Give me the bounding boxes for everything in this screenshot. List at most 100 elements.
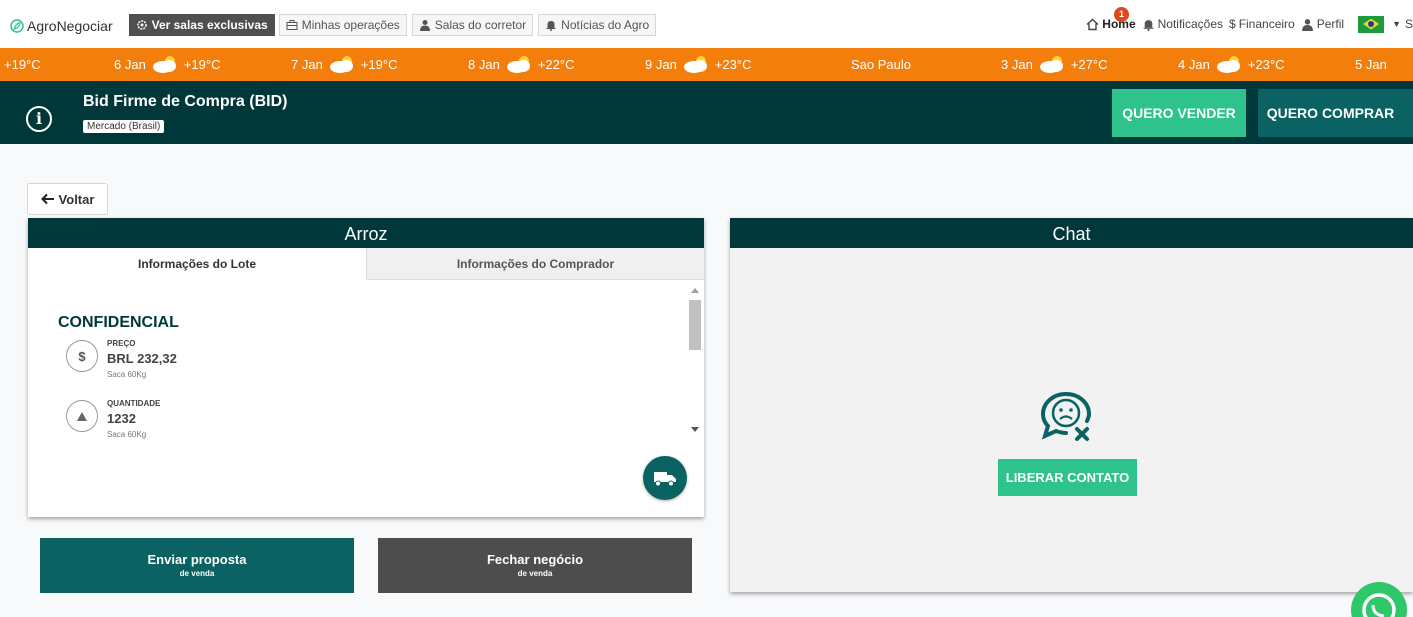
whatsapp-button[interactable] [1351, 582, 1407, 617]
brazil-flag-icon[interactable] [1358, 15, 1385, 33]
weather-date: 8 Jan [468, 57, 500, 72]
weather-item: +19°C [4, 48, 41, 81]
weather-item: 7 Jan +19°C [291, 48, 397, 81]
close-deal-button[interactable]: Fechar negócio de venda [378, 538, 692, 593]
confidential-label: CONFIDENCIAL [58, 314, 179, 331]
weather-item: 4 Jan +23°C [1178, 48, 1284, 81]
weather-temp: +22°C [537, 57, 575, 72]
weather-date: 5 Jan [1355, 57, 1387, 72]
quantity-unit: Saca 60Kg [107, 430, 147, 439]
chat-blocked-icon [1040, 392, 1092, 441]
product-title: Arroz [28, 218, 704, 248]
lot-card: Arroz Informações do Lote Informações do… [28, 218, 704, 517]
market-badge: Mercado (Brasil) [83, 120, 165, 133]
nav-broker-rooms-button[interactable]: Salas do corretor [411, 14, 534, 36]
close-deal-sub: de venda [517, 569, 553, 578]
back-button[interactable]: Voltar [27, 183, 108, 215]
user-icon [419, 20, 430, 31]
nav-news-label: Notícias do Agro [561, 18, 650, 32]
weather-item: 6 Jan +19°C [114, 48, 220, 81]
price-unit: Saca 60Kg [107, 370, 147, 379]
nav-broker-label: Salas do corretor [434, 18, 527, 32]
nav-home-link[interactable]: Home [1086, 17, 1136, 31]
weather-item: 5 Jan [1355, 48, 1387, 81]
scroll-up-arrow[interactable] [691, 288, 699, 293]
top-navbar: AgroNegociar Ver salas exclusivas Minhas… [0, 0, 1413, 48]
weather-date: 3 Jan [1001, 57, 1033, 72]
briefcase-icon [286, 20, 298, 30]
info-icon: i [26, 106, 52, 132]
weather-temp: +23°C [714, 57, 752, 72]
weather-city: Sao Paulo [851, 48, 911, 81]
scroll-down-arrow[interactable] [691, 427, 699, 432]
want-to-sell-button[interactable]: QUERO VENDER [1112, 89, 1246, 137]
nav-right-group: Home Notificações $ Financeiro Perfil ▼ … [1086, 0, 1413, 48]
quantity-value: 1232 [107, 411, 136, 426]
tab-lot-info[interactable]: Informações do Lote [28, 248, 366, 280]
page-header: i Bid Firme de Compra (BID) Mercado (Bra… [0, 81, 1413, 144]
weather-item: 3 Jan +27°C [1001, 48, 1107, 81]
mountain-icon [66, 400, 98, 432]
leaf-icon [10, 19, 24, 33]
scroll-thumb[interactable] [689, 300, 701, 350]
weather-temp: +19°C [183, 57, 221, 72]
page-title: Bid Firme de Compra (BID) [83, 93, 288, 110]
send-proposal-button[interactable]: Enviar proposta de venda [40, 538, 354, 593]
close-deal-title: Fechar negócio [486, 552, 584, 567]
nav-operations-label: Minhas operações [301, 18, 400, 32]
notification-count-badge: 1 [1114, 7, 1129, 22]
nav-exclusive-label: Ver salas exclusivas [151, 18, 268, 32]
nav-notifications-label: Notificações [1157, 17, 1223, 31]
weather-date: 7 Jan [291, 57, 323, 72]
back-label: Voltar [58, 191, 95, 207]
nav-profile-label: Perfil [1316, 17, 1345, 31]
cloud-sun-icon [506, 55, 530, 73]
nav-profile-link[interactable]: Perfil [1301, 17, 1344, 31]
weather-item: 9 Jan +23°C [645, 48, 751, 81]
cloud-sun-icon [683, 55, 707, 73]
cloud-sun-icon [1039, 55, 1063, 73]
cloud-sun-icon [152, 55, 176, 73]
release-contact-button[interactable]: LIBERAR CONTATO [998, 459, 1137, 496]
chat-title: Chat [730, 218, 1413, 248]
nav-more-label: S [1404, 17, 1413, 31]
send-proposal-sub: de venda [179, 569, 215, 578]
price-field: $ PREÇO BRL 232,32 Saca 60Kg [66, 336, 177, 379]
brand-name: AgroNegociar [27, 18, 113, 34]
scrollbar[interactable] [688, 282, 702, 442]
home-icon [1086, 18, 1099, 30]
nav-my-operations-button[interactable]: Minhas operações [278, 14, 407, 36]
weather-temp: +19°C [360, 57, 398, 72]
quantity-label: QUANTIDADE [107, 399, 161, 408]
weather-date: 9 Jan [645, 57, 677, 72]
brand-logo[interactable]: AgroNegociar [10, 18, 113, 34]
tab-buyer-info[interactable]: Informações do Comprador [366, 248, 704, 280]
weather-date: 4 Jan [1178, 57, 1210, 72]
truck-icon [654, 472, 676, 487]
cloud-sun-icon [329, 55, 353, 73]
nav-agro-news-button[interactable]: Notícias do Agro [538, 14, 657, 36]
user-icon [1301, 18, 1313, 31]
weather-city-name: Sao Paulo [851, 57, 911, 72]
weather-date: 6 Jan [114, 57, 146, 72]
price-value: BRL 232,32 [107, 351, 177, 366]
price-label: PREÇO [107, 339, 136, 348]
nav-exclusive-rooms-button[interactable]: Ver salas exclusivas [128, 14, 275, 36]
weather-ticker: +19°C 6 Jan +19°C 7 Jan +19°C 8 Jan +22°… [0, 48, 1413, 81]
weather-temp: +23°C [1247, 57, 1285, 72]
dollar-icon: $ [66, 340, 98, 372]
weather-item: 8 Jan +22°C [468, 48, 574, 81]
nav-notifications-link[interactable]: Notificações [1142, 17, 1223, 31]
send-proposal-title: Enviar proposta [147, 552, 247, 567]
caret-down-icon[interactable]: ▼ [1392, 19, 1401, 29]
bell-icon [1143, 19, 1153, 31]
gear-icon [136, 20, 147, 30]
truck-button[interactable] [643, 456, 687, 500]
nav-financial-link[interactable]: $ Financeiro [1229, 17, 1295, 31]
weather-temp: +27°C [1070, 57, 1108, 72]
quantity-field: QUANTIDADE 1232 Saca 60Kg [66, 396, 160, 439]
nav-financial-label: Financeiro [1238, 17, 1295, 31]
want-to-buy-button[interactable]: QUERO COMPRAR [1258, 89, 1413, 137]
dollar-icon: $ [1229, 17, 1236, 31]
whatsapp-icon [1362, 593, 1396, 617]
